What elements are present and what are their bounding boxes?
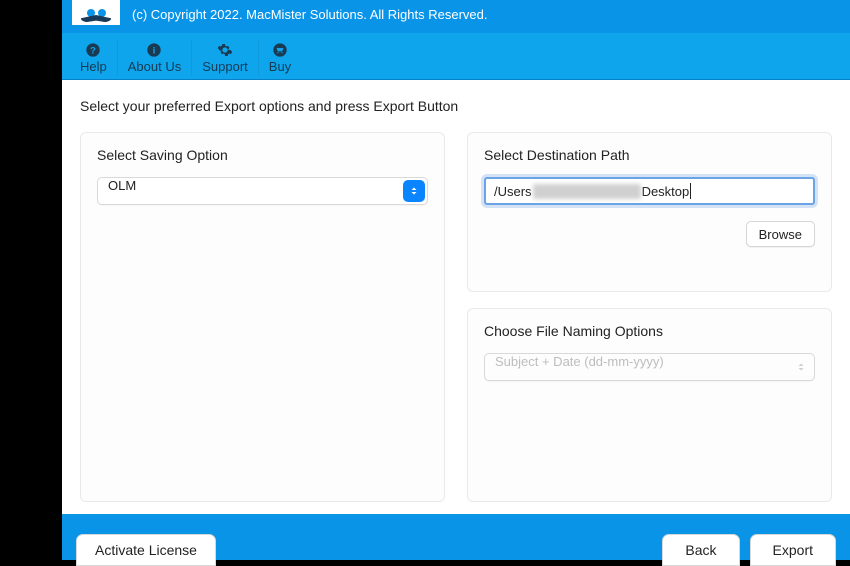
toolbar-label: Buy [269,59,291,74]
content-area: Select your preferred Export options and… [62,80,850,514]
buy-button[interactable]: Buy [259,39,301,76]
gear-icon [216,41,234,59]
saving-option-title: Select Saving Option [97,147,428,163]
toolbar-label: About Us [128,59,181,74]
naming-select[interactable]: Subject + Date (dd-mm-yyyy) [484,353,815,381]
destination-card: Select Destination Path /Users Desktop B… [467,132,832,292]
chevron-updown-icon [790,356,812,378]
left-panel: Select Saving Option OLM [80,132,445,502]
path-suffix: Desktop [642,184,690,199]
app-window: (c) Copyright 2022. MacMister Solutions.… [62,0,850,560]
path-prefix: /Users [494,184,532,199]
question-circle-icon: ? [84,41,102,59]
back-button[interactable]: Back [662,534,739,566]
header: (c) Copyright 2022. MacMister Solutions.… [62,0,850,33]
svg-text:?: ? [91,45,97,55]
svg-text:i: i [153,45,156,55]
saving-option-select[interactable]: OLM [97,177,428,205]
info-circle-icon: i [145,41,163,59]
toolbar-label: Support [202,59,248,74]
support-button[interactable]: Support [192,39,259,76]
naming-placeholder: Subject + Date (dd-mm-yyyy) [484,353,815,381]
app-logo [72,0,120,25]
text-caret [690,183,691,199]
export-button[interactable]: Export [750,534,836,566]
instruction-text: Select your preferred Export options and… [80,98,832,114]
naming-card: Choose File Naming Options Subject + Dat… [467,308,832,502]
help-button[interactable]: ? Help [70,39,118,76]
bottom-bar: Activate License Back Export [62,514,850,560]
browse-button[interactable]: Browse [746,221,815,247]
panels-row: Select Saving Option OLM Select Destinat… [80,132,832,502]
right-panel: Select Destination Path /Users Desktop B… [467,132,832,502]
chevron-updown-icon [403,180,425,202]
toolbar: ? Help i About Us Support Buy [62,33,850,80]
toolbar-label: Help [80,59,107,74]
destination-title: Select Destination Path [484,147,815,163]
naming-title: Choose File Naming Options [484,323,815,339]
about-button[interactable]: i About Us [118,39,192,76]
saving-option-value: OLM [97,177,428,205]
activate-license-button[interactable]: Activate License [76,534,216,566]
cart-icon [271,41,289,59]
copyright-text: (c) Copyright 2022. MacMister Solutions.… [132,7,487,25]
destination-path-input[interactable]: /Users Desktop [484,177,815,205]
path-redacted [533,184,641,199]
saving-option-card: Select Saving Option OLM [80,132,445,502]
